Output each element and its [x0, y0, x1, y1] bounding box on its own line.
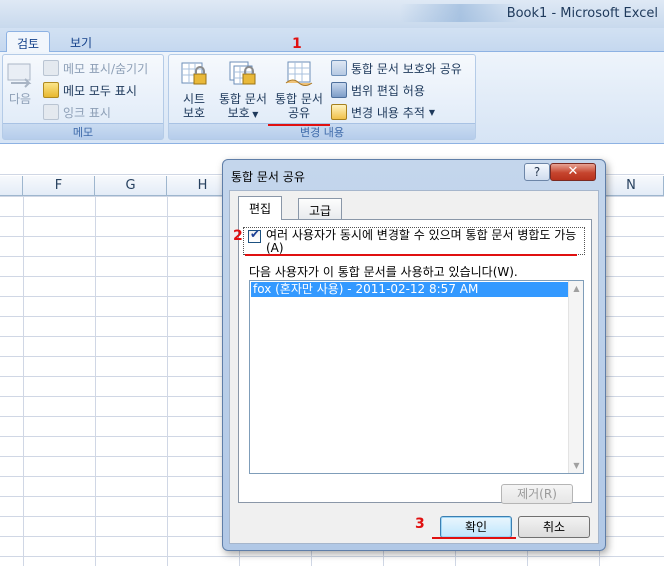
- show-ink-label: 잉크 표시: [63, 105, 111, 120]
- show-ink-button[interactable]: 잉크 표시: [43, 102, 111, 122]
- annotation-step-3: 3: [415, 516, 425, 532]
- show-hide-comment-icon: [43, 60, 59, 76]
- cancel-button[interactable]: 취소: [518, 516, 590, 538]
- allow-changes-label: 여러 사용자가 동시에 변경할 수 있으며 통합 문서 병합도 가능(A): [266, 228, 577, 255]
- track-changes-button[interactable]: 변경 내용 추적 ▼: [331, 102, 435, 122]
- allow-changes-option[interactable]: ✔ 여러 사용자가 동시에 변경할 수 있으며 통합 문서 병합도 가능(A): [243, 227, 585, 255]
- list-item[interactable]: fox (혼자만 사용) - 2011-02-12 8:57 AM: [251, 282, 568, 297]
- editing-tab-panel: ✔ 여러 사용자가 동시에 변경할 수 있으며 통합 문서 병합도 가능(A) …: [238, 219, 592, 504]
- next-comment-icon: [7, 63, 32, 88]
- ribbon: 다음 메모 표시/숨기기 메모 모두 표시 잉크 표시 메모 시트 보호 통합 …: [0, 52, 664, 144]
- help-button[interactable]: ?: [524, 163, 550, 181]
- protect-workbook-button[interactable]: 통합 문서 보호 ▼: [217, 59, 269, 123]
- allow-edit-ranges-icon: [331, 82, 347, 98]
- share-workbook-dialog: 통합 문서 공유 ? ✕ 편집 고급 ✔ 여러 사용자가 동시에 변경할 수 있…: [222, 159, 606, 551]
- ribbon-tab-strip: 검토 보기: [0, 28, 664, 53]
- dialog-title: 통합 문서 공유: [231, 170, 305, 184]
- show-all-comments-button[interactable]: 메모 모두 표시: [43, 80, 137, 100]
- allow-changes-checkbox[interactable]: ✔: [248, 227, 261, 243]
- changes-group: 시트 보호 통합 문서 보호 ▼ 통합 문서 공유 통합 문서 보호와 공유 범…: [168, 54, 476, 140]
- remove-user-button[interactable]: 제거(R): [501, 484, 573, 504]
- tab-review[interactable]: 검토: [6, 31, 51, 53]
- allow-edit-ranges-button[interactable]: 범위 편집 허용: [331, 80, 425, 100]
- title-bar-glow: [400, 4, 520, 22]
- scroll-up-icon[interactable]: ▲: [569, 281, 584, 296]
- annotation-underline-2: [245, 254, 577, 256]
- close-button[interactable]: ✕: [550, 163, 596, 181]
- scroll-down-icon[interactable]: ▼: [569, 458, 584, 473]
- users-list-label: 다음 사용자가 이 통합 문서를 사용하고 있습니다(W).: [249, 265, 518, 279]
- select-all-corner[interactable]: [0, 176, 23, 196]
- track-changes-dropdown-icon: ▼: [428, 107, 436, 117]
- protect-workbook-label-2: 보호: [227, 106, 250, 120]
- ok-button[interactable]: 확인: [440, 516, 512, 538]
- protect-and-share-button[interactable]: 통합 문서 보호와 공유: [331, 58, 462, 78]
- annotation-underline-1: [268, 124, 330, 126]
- show-hide-comment-button[interactable]: 메모 표시/숨기기: [43, 58, 148, 78]
- title-bar: Book1 - Microsoft Excel: [0, 0, 664, 28]
- allow-edit-ranges-label: 범위 편집 허용: [351, 83, 425, 98]
- check-mark-icon: ✔: [250, 227, 261, 241]
- annotation-step-1: 1: [292, 36, 302, 52]
- share-workbook-icon: [285, 61, 313, 86]
- share-workbook-label-1: 통합 문서: [275, 92, 323, 106]
- tab-editing[interactable]: 편집: [238, 196, 283, 220]
- users-list[interactable]: fox (혼자만 사용) - 2011-02-12 8:57 AM ▲ ▼: [249, 280, 584, 474]
- protect-and-share-label: 통합 문서 보호와 공유: [351, 61, 462, 76]
- show-all-comments-label: 메모 모두 표시: [63, 83, 137, 98]
- column-header-g[interactable]: G: [95, 176, 167, 196]
- protect-sheet-button[interactable]: 시트 보호: [171, 59, 217, 123]
- protect-and-share-icon: [331, 60, 347, 76]
- protect-sheet-icon: [181, 62, 207, 85]
- protect-sheet-label-1: 시트: [182, 92, 206, 106]
- protect-workbook-dropdown-icon: ▼: [249, 110, 259, 119]
- track-changes-label: 변경 내용 추적: [351, 105, 425, 120]
- dialog-body: 편집 고급 ✔ 여러 사용자가 동시에 변경할 수 있으며 통합 문서 병합도 …: [229, 190, 599, 544]
- next-comment-label: 다음: [8, 92, 32, 106]
- share-workbook-label-2: 공유: [287, 106, 311, 120]
- column-header-n[interactable]: N: [599, 176, 664, 196]
- show-all-comments-icon: [43, 82, 59, 98]
- protect-workbook-label-1: 통합 문서: [219, 92, 267, 106]
- tab-advanced[interactable]: 고급: [298, 198, 343, 219]
- users-list-scrollbar[interactable]: ▲ ▼: [568, 281, 583, 473]
- window-title: Book1 - Microsoft Excel: [506, 6, 658, 21]
- tab-view[interactable]: 보기: [60, 31, 102, 53]
- show-hide-comment-label: 메모 표시/숨기기: [63, 61, 149, 76]
- memo-group: 다음 메모 표시/숨기기 메모 모두 표시 잉크 표시 메모: [2, 54, 164, 140]
- show-ink-icon: [43, 104, 59, 120]
- memo-group-label: 메모: [3, 123, 163, 139]
- track-changes-icon: [331, 104, 347, 120]
- share-workbook-button[interactable]: 통합 문서 공유: [273, 59, 325, 123]
- next-comment-button[interactable]: 다음: [3, 59, 37, 123]
- protect-workbook-icon: [229, 61, 256, 85]
- protect-sheet-label-2: 보호: [182, 106, 206, 120]
- column-header-f[interactable]: F: [23, 176, 95, 196]
- annotation-step-2: 2: [233, 228, 243, 244]
- annotation-underline-3: [432, 537, 516, 539]
